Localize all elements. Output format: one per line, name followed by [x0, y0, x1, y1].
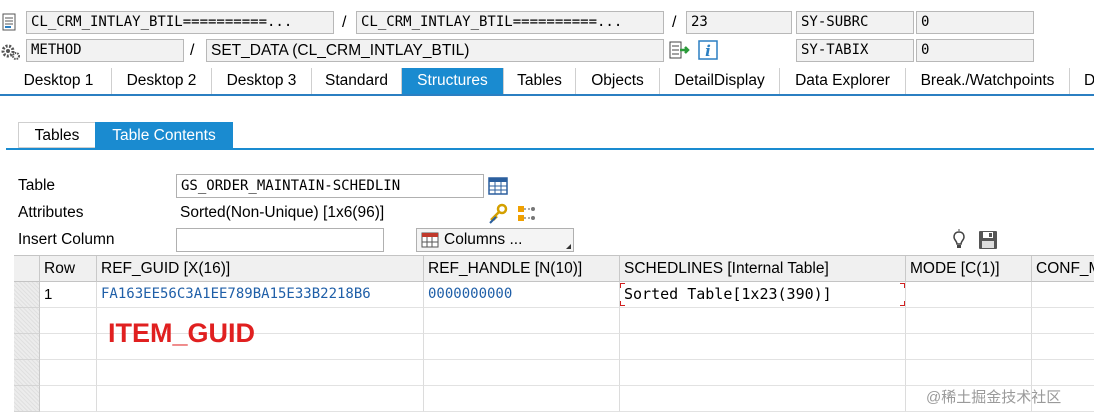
- focus-corner-bottom-left: [620, 301, 625, 306]
- table-name-input[interactable]: GS_ORDER_MAINTAIN-SCHEDLIN: [176, 174, 484, 198]
- empty-cell: [620, 386, 906, 412]
- dropdown-corner-icon: [566, 244, 571, 249]
- info-icon[interactable]: i: [698, 40, 718, 60]
- bulb-icon[interactable]: [950, 229, 968, 251]
- empty-cell: [1032, 360, 1094, 386]
- cell-ref-guid[interactable]: FA163EE56C3A1EE789BA15E33B2218B6: [97, 282, 424, 308]
- gear-icon[interactable]: [0, 41, 20, 61]
- subtab-tables[interactable]: Tables: [18, 122, 96, 148]
- tab-more[interactable]: D: [1070, 68, 1094, 94]
- empty-cell: [40, 386, 97, 412]
- hierarchy-icon[interactable]: [516, 203, 538, 225]
- tab-break-watchpoints[interactable]: Break./Watchpoints: [906, 68, 1070, 94]
- path-separator: /: [672, 14, 677, 31]
- watermark: @稀土掘金技术社区: [926, 389, 1062, 406]
- tab-desktop-2[interactable]: Desktop 2: [112, 68, 212, 94]
- empty-cell: [620, 334, 906, 360]
- tab-structures[interactable]: Structures: [402, 68, 504, 94]
- cell-row-number: 1: [40, 282, 97, 308]
- empty-cell: [40, 360, 97, 386]
- row-selector[interactable]: [14, 360, 40, 386]
- empty-cell: [906, 308, 1032, 334]
- tab-standard[interactable]: Standard: [312, 68, 402, 94]
- column-header-row[interactable]: Row: [40, 256, 97, 282]
- sy-tabix-label: SY-TABIX: [796, 39, 914, 62]
- attributes-label: Attributes: [18, 204, 84, 221]
- empty-cell: [40, 334, 97, 360]
- cell-conf[interactable]: [1032, 282, 1094, 308]
- insert-column-label: Insert Column: [18, 231, 115, 248]
- table-grid-icon[interactable]: [488, 176, 508, 196]
- columns-button-label: Columns ...: [444, 231, 523, 248]
- sy-tabix-value: 0: [916, 39, 1034, 62]
- empty-cell: [906, 334, 1032, 360]
- focus-corner-bottom-right: [900, 301, 905, 306]
- empty-cell: [620, 308, 906, 334]
- column-header-schedlines[interactable]: SCHEDLINES [Internal Table]: [620, 256, 906, 282]
- empty-cell: [620, 360, 906, 386]
- empty-cell: [424, 360, 620, 386]
- desktop-tab-bar: Desktop 1 Desktop 2 Desktop 3 Standard S…: [0, 68, 1094, 96]
- include-field[interactable]: CL_CRM_INTLAY_BTIL==========...: [356, 11, 664, 34]
- cell-ref-handle[interactable]: 0000000000: [424, 282, 620, 308]
- item-guid-annotation: ITEM_GUID: [108, 318, 256, 348]
- program-field[interactable]: CL_CRM_INTLAY_BTIL==========...: [26, 11, 334, 34]
- tab-tables[interactable]: Tables: [504, 68, 576, 94]
- column-header-ref-guid[interactable]: REF_GUID [X(16)]: [97, 256, 424, 282]
- line-number-field[interactable]: 23: [686, 11, 792, 34]
- focus-corner-top-left: [620, 283, 625, 288]
- focus-corner-top-right: [900, 283, 905, 288]
- path-separator: /: [342, 14, 347, 31]
- row-selector[interactable]: [14, 386, 40, 412]
- event-name-field[interactable]: SET_DATA (CL_CRM_INTLAY_BTIL): [206, 39, 664, 62]
- subtab-table-contents[interactable]: Table Contents: [95, 122, 233, 148]
- path-separator: /: [190, 42, 195, 59]
- row-selector[interactable]: [14, 308, 40, 334]
- tab-desktop-3[interactable]: Desktop 3: [212, 68, 312, 94]
- row-selector-header[interactable]: [14, 256, 40, 282]
- svg-text:i: i: [705, 42, 711, 60]
- columns-icon: [421, 232, 439, 248]
- empty-cell: [1032, 334, 1094, 360]
- tab-data-explorer[interactable]: Data Explorer: [780, 68, 906, 94]
- columns-button[interactable]: Columns ...: [416, 228, 574, 252]
- row-selector[interactable]: [14, 334, 40, 360]
- document-icon: [1, 13, 17, 31]
- empty-cell: [97, 360, 424, 386]
- empty-cell: [40, 308, 97, 334]
- sy-subrc-label: SY-SUBRC: [796, 11, 914, 34]
- empty-cell: [1032, 308, 1094, 334]
- empty-cell: [906, 360, 1032, 386]
- column-header-mode[interactable]: MODE [C(1)]: [906, 256, 1032, 282]
- tab-detaildisplay[interactable]: DetailDisplay: [660, 68, 780, 94]
- column-header-ref-handle[interactable]: REF_HANDLE [N(10)]: [424, 256, 620, 282]
- save-icon[interactable]: [977, 229, 999, 251]
- empty-cell: [424, 386, 620, 412]
- empty-cell: [424, 334, 620, 360]
- row-selector[interactable]: [14, 282, 40, 308]
- column-header-conf[interactable]: CONF_M: [1032, 256, 1094, 282]
- cell-mode[interactable]: [906, 282, 1032, 308]
- subtab-underline: [6, 148, 1094, 150]
- sy-subrc-value: 0: [916, 11, 1034, 34]
- cell-schedlines[interactable]: Sorted Table[1x23(390)]: [620, 282, 906, 308]
- attributes-value: Sorted(Non-Unique) [1x6(96)]: [180, 204, 385, 221]
- key-icon[interactable]: [488, 203, 510, 225]
- tab-objects[interactable]: Objects: [576, 68, 660, 94]
- event-type-field[interactable]: METHOD: [26, 39, 184, 62]
- navigate-source-icon[interactable]: [669, 40, 691, 60]
- empty-cell: [424, 308, 620, 334]
- empty-cell: [97, 386, 424, 412]
- tab-desktop-1[interactable]: Desktop 1: [6, 68, 112, 94]
- insert-column-input[interactable]: [176, 228, 384, 252]
- table-label: Table: [18, 177, 56, 194]
